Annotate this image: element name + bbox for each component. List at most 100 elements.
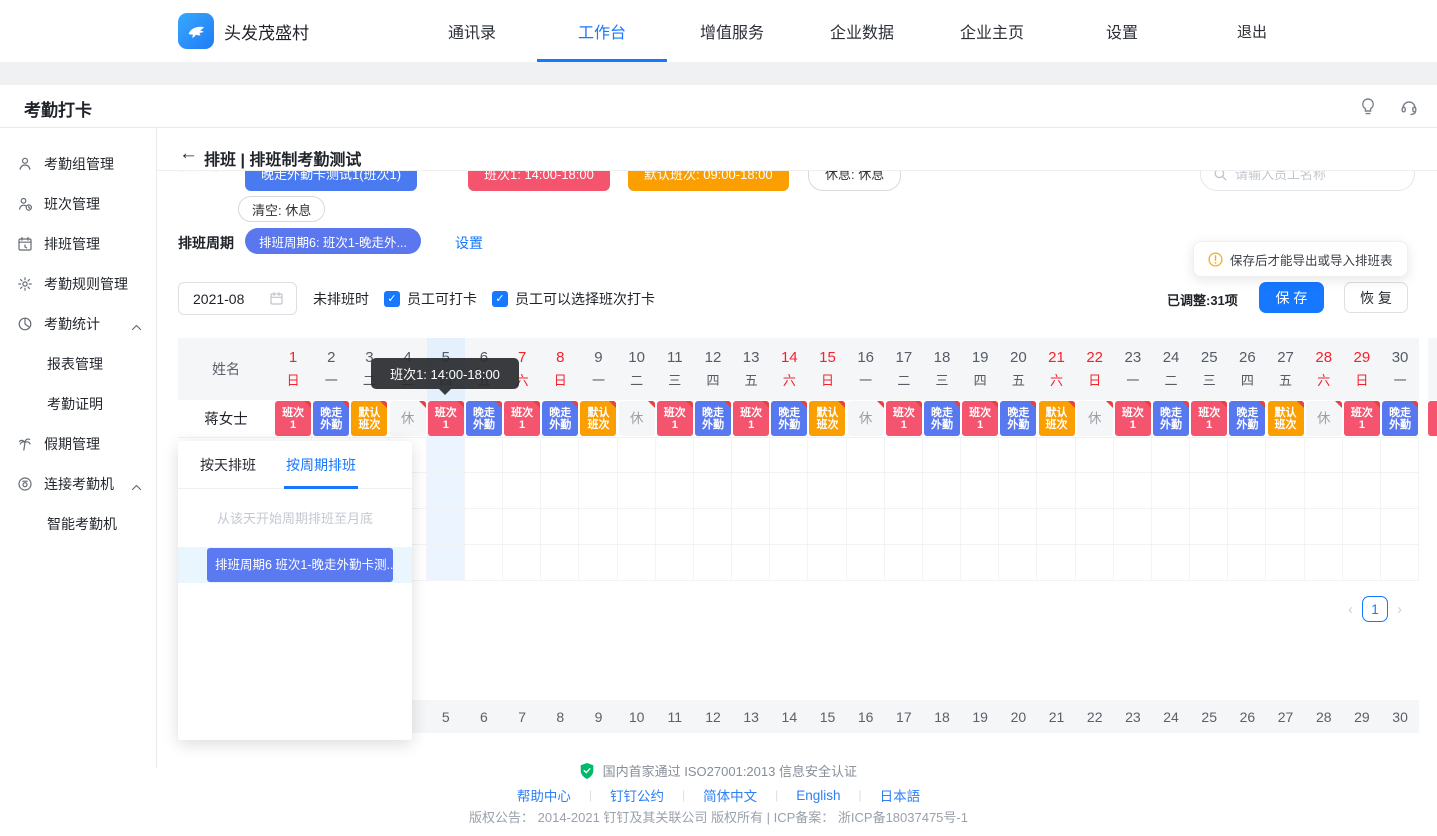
shift-cell-day-10[interactable]: 休	[618, 400, 656, 437]
sidebar-item-stats-pie[interactable]: 考勤统计	[0, 304, 156, 344]
shift-chip-wz[interactable]: 晚走外勤	[542, 401, 578, 436]
empty-cell[interactable]	[1190, 545, 1228, 580]
current-page[interactable]: 1	[1362, 596, 1388, 622]
empty-cell[interactable]	[1076, 509, 1114, 544]
empty-cell[interactable]	[808, 545, 846, 580]
chevron-up-icon[interactable]	[131, 478, 142, 494]
empty-cell[interactable]	[1266, 509, 1304, 544]
empty-cell[interactable]	[465, 545, 503, 580]
empty-cell[interactable]	[732, 473, 770, 508]
shift-cell-day-6[interactable]: 晚走外勤	[465, 400, 503, 437]
shift-chip-wz[interactable]: 晚走外勤	[466, 401, 502, 436]
shift-chip-b1[interactable]: 班次1	[504, 401, 540, 436]
quick-shift-button-1[interactable]: 晚走外勤卡测试1(班次1)	[245, 170, 417, 191]
empty-cell[interactable]	[999, 438, 1037, 472]
empty-cell[interactable]	[1114, 509, 1152, 544]
shift-cell-day-30[interactable]: 晚走外勤	[1381, 400, 1419, 437]
empty-cell[interactable]	[656, 473, 694, 508]
empty-cell[interactable]	[465, 509, 503, 544]
shift-chip-wz[interactable]: 晚走外勤	[313, 401, 349, 436]
shift-chip-b1[interactable]: 班次1	[886, 401, 922, 436]
empty-cell[interactable]	[1037, 509, 1075, 544]
cycle-settings-link[interactable]: 设置	[455, 233, 483, 253]
empty-cell[interactable]	[1343, 545, 1381, 580]
shift-chip-rest[interactable]: 休	[1306, 401, 1342, 436]
shift-chip-wz[interactable]: 晚走外勤	[695, 401, 731, 436]
shift-chip-b1[interactable]: 班次1	[275, 401, 311, 436]
shift-cell-day-17[interactable]: 班次1	[885, 400, 923, 437]
empty-cell[interactable]	[427, 509, 465, 544]
shift-chip-rest[interactable]: 休	[619, 401, 655, 436]
shift-chip-wz[interactable]: 晚走外勤	[1382, 401, 1418, 436]
empty-cell[interactable]	[1305, 509, 1343, 544]
shift-cell-day-24[interactable]: 晚走外勤	[1152, 400, 1190, 437]
sidebar-item-holiday-palm[interactable]: 假期管理	[0, 424, 156, 464]
footer-link-4[interactable]: English	[796, 788, 840, 803]
search-input[interactable]	[1235, 170, 1395, 182]
empty-cell[interactable]	[1114, 473, 1152, 508]
shift-chip-wz[interactable]: 晚走外勤	[771, 401, 807, 436]
shift-chip-b1[interactable]: 班次1	[657, 401, 693, 436]
empty-cell[interactable]	[1266, 438, 1304, 472]
nav-item-4[interactable]: 企业数据	[797, 0, 927, 62]
chevron-up-icon[interactable]	[131, 318, 142, 334]
sidebar-subitem[interactable]: 智能考勤机	[0, 504, 156, 544]
shift-cell-day-16[interactable]: 休	[847, 400, 885, 437]
month-picker[interactable]: 2021-08	[178, 282, 297, 315]
empty-cell[interactable]	[427, 545, 465, 580]
sidebar-subitem[interactable]: 报表管理	[0, 344, 156, 384]
empty-cell[interactable]	[1152, 509, 1190, 544]
empty-cell[interactable]	[1305, 438, 1343, 472]
empty-cell[interactable]	[694, 545, 732, 580]
empty-cell[interactable]	[541, 509, 579, 544]
shift-cell-day-7[interactable]: 班次1	[503, 400, 541, 437]
shift-cell-day-11[interactable]: 班次1	[656, 400, 694, 437]
shift-cell-day-26[interactable]: 晚走外勤	[1228, 400, 1266, 437]
empty-cell[interactable]	[847, 509, 885, 544]
save-button[interactable]: 保 存	[1259, 282, 1324, 313]
empty-cell[interactable]	[1305, 545, 1343, 580]
empty-cell[interactable]	[503, 545, 541, 580]
empty-cell[interactable]	[694, 509, 732, 544]
empty-cell[interactable]	[770, 438, 808, 472]
nav-item-3[interactable]: 增值服务	[667, 0, 797, 62]
shift-cell-day-1[interactable]: 班次1	[274, 400, 312, 437]
shift-cell-day-15[interactable]: 默认班次	[808, 400, 846, 437]
shift-cell-day-28[interactable]: 休	[1305, 400, 1343, 437]
nav-item-6[interactable]: 设置	[1057, 0, 1187, 62]
shift-cell-day-8[interactable]: 晚走外勤	[541, 400, 579, 437]
empty-cell[interactable]	[503, 473, 541, 508]
lightbulb-icon[interactable]	[1359, 97, 1377, 117]
quick-shift-button-3[interactable]: 默认班次: 09:00-18:00	[628, 170, 789, 191]
empty-cell[interactable]	[1037, 473, 1075, 508]
empty-cell[interactable]	[732, 545, 770, 580]
shift-cell-day-19[interactable]: 班次1	[961, 400, 999, 437]
empty-cell[interactable]	[618, 473, 656, 508]
empty-cell[interactable]	[732, 438, 770, 472]
empty-cell[interactable]	[770, 545, 808, 580]
empty-cell[interactable]	[541, 545, 579, 580]
shift-cell-day-22[interactable]: 休	[1076, 400, 1114, 437]
cycle-option-row[interactable]: 排班周期6 班次1-晚走外勤卡测...	[178, 547, 412, 583]
empty-cell[interactable]	[1266, 545, 1304, 580]
shift-chip-mr[interactable]: 默认班次	[351, 401, 387, 436]
empty-cell[interactable]	[1381, 473, 1419, 508]
empty-cell[interactable]	[1228, 509, 1266, 544]
empty-cell[interactable]	[1381, 438, 1419, 472]
shift-cell-day-23[interactable]: 班次1	[1114, 400, 1152, 437]
empty-cell[interactable]	[847, 473, 885, 508]
empty-cell[interactable]	[1343, 438, 1381, 472]
empty-cell[interactable]	[1190, 438, 1228, 472]
shift-cell-day-20[interactable]: 晚走外勤	[999, 400, 1037, 437]
nav-item-2[interactable]: 工作台	[537, 0, 667, 62]
shift-chip-b1[interactable]: 班次1	[1344, 401, 1380, 436]
empty-cell[interactable]	[1037, 545, 1075, 580]
empty-cell[interactable]	[808, 509, 846, 544]
shift-chip-mr[interactable]: 默认班次	[809, 401, 845, 436]
shift-chip-wz[interactable]: 晚走外勤	[1153, 401, 1189, 436]
shift-cell-day-5[interactable]: 班次1	[427, 400, 465, 437]
empty-cell[interactable]	[1381, 509, 1419, 544]
empty-cell[interactable]	[999, 473, 1037, 508]
empty-cell[interactable]	[961, 509, 999, 544]
sidebar-subitem[interactable]: 考勤证明	[0, 384, 156, 424]
